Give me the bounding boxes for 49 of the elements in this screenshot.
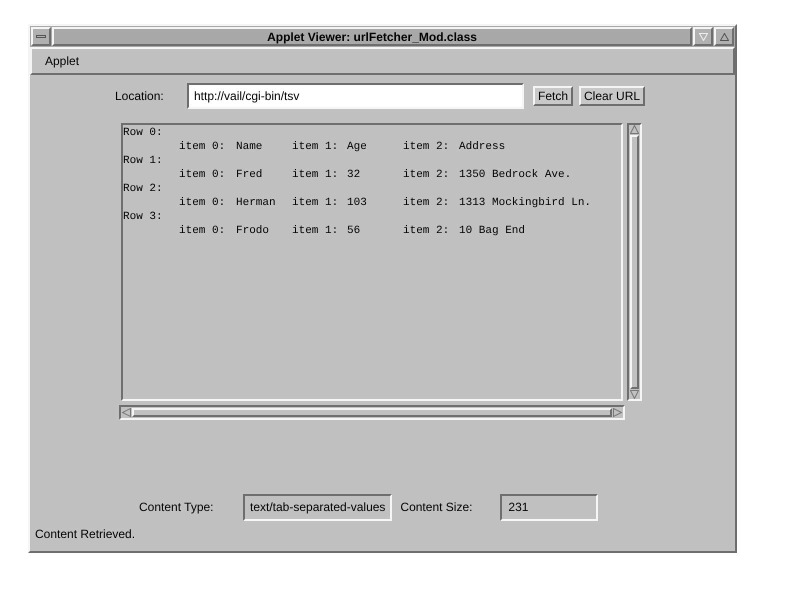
item-value: Fred bbox=[236, 168, 264, 182]
item-value: 1313 Mockingbird Ln. bbox=[459, 196, 592, 210]
window-title: Applet Viewer: urlFetcher_Mod.class bbox=[52, 27, 692, 46]
item-label: item 2: bbox=[403, 168, 450, 182]
maximize-icon[interactable] bbox=[714, 27, 734, 46]
item-value: 1350 Bedrock Ave. bbox=[459, 168, 572, 182]
item-value: Age bbox=[347, 140, 368, 154]
scroll-up-icon[interactable] bbox=[630, 125, 639, 134]
item-label: item 1: bbox=[292, 224, 340, 238]
item-label: item 0: bbox=[179, 196, 226, 210]
item-value: Name bbox=[236, 140, 264, 154]
item-label: item 2: bbox=[403, 196, 450, 210]
item-label: item 1: bbox=[292, 140, 340, 154]
item-label: item 2: bbox=[403, 224, 450, 238]
item-value: 56 bbox=[347, 224, 362, 238]
item-label: item 0: bbox=[179, 140, 226, 154]
item-value: Herman bbox=[236, 196, 277, 210]
item-value: 10 Bag End bbox=[459, 224, 526, 238]
horizontal-scrollbar[interactable] bbox=[119, 405, 625, 420]
toolbar-button[interactable]: Fetch bbox=[533, 86, 574, 106]
window-menu-icon[interactable] bbox=[31, 27, 51, 46]
status-text: Content Retrieved. bbox=[34, 526, 136, 543]
content-size-label: Content Size: bbox=[400, 499, 474, 516]
item-value: Address bbox=[459, 140, 506, 154]
minimize-icon[interactable] bbox=[693, 27, 713, 46]
item-value: 32 bbox=[347, 168, 362, 182]
scroll-down-icon[interactable] bbox=[630, 390, 639, 399]
content-type-field[interactable]: text/tab-separated-values bbox=[243, 494, 392, 520]
item-value: Frodo bbox=[236, 224, 270, 238]
location-field[interactable]: http://vail/cgi-bin/tsv bbox=[187, 83, 524, 109]
content-size-field[interactable]: 231 bbox=[500, 494, 598, 520]
scroll-right-icon[interactable] bbox=[613, 408, 622, 417]
content-type-label: Content Type: bbox=[139, 499, 214, 516]
row-label: Row 2: bbox=[123, 182, 164, 196]
item-value: 103 bbox=[347, 196, 368, 210]
row-label: Row 1: bbox=[123, 154, 164, 168]
menu-item[interactable]: Applet bbox=[45, 52, 80, 70]
item-label: item 1: bbox=[292, 196, 340, 210]
scroll-left-icon[interactable] bbox=[122, 408, 131, 417]
text-area[interactable] bbox=[121, 123, 623, 401]
vertical-scrollbar[interactable] bbox=[627, 123, 642, 401]
item-label: item 0: bbox=[179, 168, 226, 182]
toolbar-button[interactable]: Clear URL bbox=[579, 86, 646, 106]
item-label: item 2: bbox=[403, 140, 450, 154]
row-label: Row 3: bbox=[123, 210, 164, 224]
item-label: item 0: bbox=[179, 224, 226, 238]
item-label: item 1: bbox=[292, 168, 340, 182]
row-label: Row 0: bbox=[123, 126, 164, 140]
location-label: Location: bbox=[115, 88, 165, 105]
